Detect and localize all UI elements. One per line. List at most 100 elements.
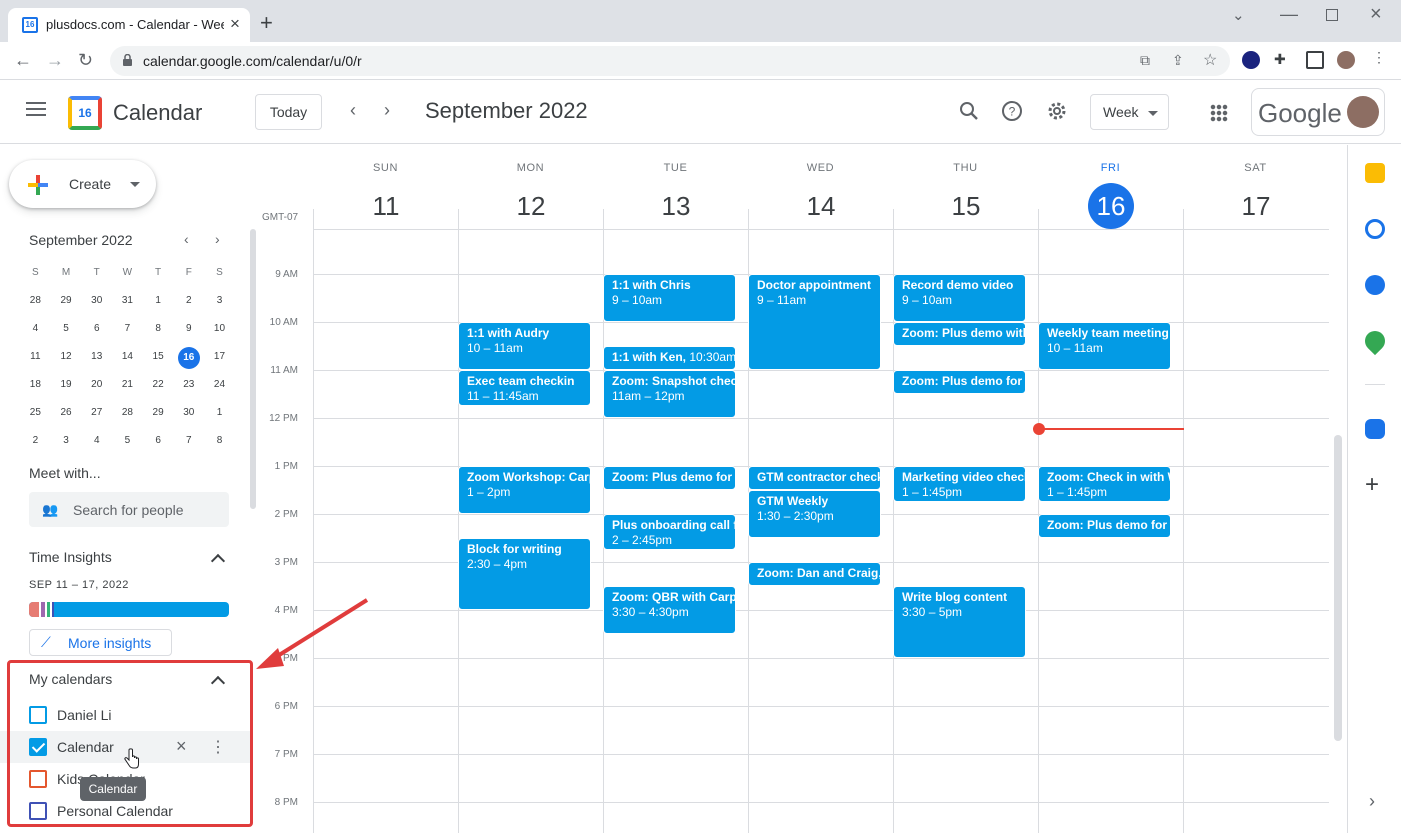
mini-day[interactable]: 28 <box>112 403 143 431</box>
day-number[interactable]: 12 <box>508 183 554 229</box>
bookmark-star-icon[interactable]: ☆ <box>1203 50 1217 70</box>
profile-avatar[interactable] <box>1337 51 1355 69</box>
mini-day[interactable]: 13 <box>81 347 112 375</box>
mini-day[interactable]: 26 <box>51 403 82 431</box>
event-card[interactable]: Zoom: Plus demo with <box>893 322 1026 346</box>
back-arrow-icon[interactable]: ← <box>14 50 32 71</box>
puzzle-extensions-icon[interactable]: ✚ <box>1274 51 1292 69</box>
sidebar-scrollbar[interactable] <box>250 229 256 509</box>
event-card[interactable]: 1:1 with Chris 9 – 10am <box>603 274 736 322</box>
mini-day[interactable]: 2 <box>173 291 204 319</box>
mini-day[interactable]: 17 <box>204 347 235 375</box>
day-header-thu[interactable]: THU 15 <box>893 145 1038 230</box>
minimize-button[interactable]: — <box>1280 4 1298 25</box>
mini-day[interactable]: 4 <box>81 431 112 459</box>
chevron-down-icon[interactable]: ⌄ <box>1232 6 1245 24</box>
event-card[interactable]: Exec team checkin 11 – 11:45am <box>458 370 591 406</box>
event-card[interactable]: Zoom: QBR with CarpC 3:30 – 4:30pm <box>603 586 736 634</box>
mini-day[interactable]: 29 <box>143 403 174 431</box>
tasks-icon[interactable] <box>1365 219 1385 239</box>
url-bar[interactable]: calendar.google.com/calendar/u/0/r ⧉ ⇪ ☆ <box>110 46 1230 76</box>
forward-arrow-icon[interactable]: → <box>46 50 64 71</box>
mini-day[interactable]: 9 <box>173 319 204 347</box>
day-number[interactable]: 16 <box>1088 183 1134 229</box>
share-icon[interactable]: ⇪ <box>1172 52 1184 69</box>
close-window-button[interactable]: × <box>1370 3 1382 26</box>
mini-day[interactable]: 30 <box>81 291 112 319</box>
mini-day[interactable]: 6 <box>143 431 174 459</box>
next-week-icon[interactable]: › <box>384 100 390 121</box>
mini-day[interactable]: 2 <box>20 431 51 459</box>
mini-day[interactable]: 24 <box>204 375 235 403</box>
open-in-new-icon[interactable]: ⧉ <box>1140 52 1150 69</box>
mini-day[interactable]: 11 <box>20 347 51 375</box>
event-card[interactable]: Zoom: Plus demo for A <box>603 466 736 490</box>
mini-day[interactable]: 1 <box>204 403 235 431</box>
collapse-chevron-up-icon[interactable] <box>210 553 226 569</box>
new-tab-button[interactable]: + <box>260 10 273 36</box>
mini-day[interactable]: 15 <box>143 347 174 375</box>
day-number[interactable]: 14 <box>798 183 844 229</box>
event-card[interactable]: Write blog content 3:30 – 5pm <box>893 586 1026 658</box>
reload-icon[interactable]: ↻ <box>78 50 93 71</box>
event-card[interactable]: Zoom Workshop: Carpool1 – 2pm <box>458 466 591 514</box>
contacts-icon[interactable] <box>1365 275 1385 295</box>
mini-day[interactable]: 8 <box>143 319 174 347</box>
mini-day[interactable]: 14 <box>112 347 143 375</box>
event-card[interactable]: Weekly team meeting 10 – 11am <box>1038 322 1171 370</box>
help-icon[interactable]: ? <box>1001 100 1023 122</box>
mini-day[interactable]: 5 <box>112 431 143 459</box>
event-card[interactable]: Zoom: Plus demo for B <box>1038 514 1171 538</box>
mini-next-month-icon[interactable]: › <box>215 231 220 247</box>
mini-day[interactable]: 12 <box>51 347 82 375</box>
extension-icon[interactable] <box>1242 51 1260 69</box>
keep-icon[interactable] <box>1365 163 1385 183</box>
browser-tab[interactable]: 16 plusdocs.com - Calendar - Week × <box>8 8 250 42</box>
event-card[interactable]: 1:1 with Audry 10 – 11am <box>458 322 591 370</box>
event-card[interactable]: Zoom: Check in with W1 – 1:45pm <box>1038 466 1171 502</box>
day-header-sun[interactable]: SUN 11 <box>313 145 458 230</box>
event-card[interactable]: Zoom: Snapshot check 11am – 12pm <box>603 370 736 418</box>
day-number[interactable]: 11 <box>363 183 409 229</box>
add-addon-icon[interactable]: + <box>1365 471 1379 499</box>
event-card[interactable]: Doctor appointment 9 – 11am <box>748 274 881 370</box>
mini-day[interactable]: 20 <box>81 375 112 403</box>
mini-day[interactable]: 25 <box>20 403 51 431</box>
mini-day[interactable]: 5 <box>51 319 82 347</box>
mini-day[interactable]: 28 <box>20 291 51 319</box>
event-card[interactable]: Marketing video check 1 – 1:45pm <box>893 466 1026 502</box>
day-number[interactable]: 15 <box>943 183 989 229</box>
day-header-fri-today[interactable]: FRI 16 <box>1038 145 1183 230</box>
mini-day[interactable]: 27 <box>81 403 112 431</box>
google-apps-grid-icon[interactable] <box>1210 104 1228 122</box>
search-people-input[interactable]: 👥 Search for people <box>29 492 229 527</box>
mini-day[interactable]: 23 <box>173 375 204 403</box>
event-card[interactable]: Block for writing 2:30 – 4pm <box>458 538 591 610</box>
previous-week-icon[interactable]: ‹ <box>350 100 356 121</box>
mini-day[interactable]: 16 <box>173 347 204 375</box>
day-number[interactable]: 17 <box>1233 183 1279 229</box>
mini-day[interactable]: 31 <box>112 291 143 319</box>
event-card[interactable]: GTM Weekly 1:30 – 2:30pm <box>748 490 881 538</box>
day-number[interactable]: 13 <box>653 183 699 229</box>
mini-day[interactable]: 7 <box>112 319 143 347</box>
mini-day[interactable]: 8 <box>204 431 235 459</box>
mini-day[interactable]: 10 <box>204 319 235 347</box>
event-card[interactable]: Zoom: Dan and Craig, 3 <box>748 562 881 586</box>
event-card[interactable]: Plus onboarding call fo 2 – 2:45pm <box>603 514 736 550</box>
mini-day[interactable]: 18 <box>20 375 51 403</box>
day-header-tue[interactable]: TUE 13 <box>603 145 748 230</box>
mini-day[interactable]: 7 <box>173 431 204 459</box>
view-selector[interactable]: Week <box>1090 94 1169 130</box>
day-header-sat[interactable]: SAT 17 <box>1183 145 1328 230</box>
expand-panel-icon[interactable]: › <box>1369 791 1375 812</box>
event-card[interactable]: Zoom: Plus demo for R <box>893 370 1026 394</box>
zoom-icon[interactable] <box>1365 419 1385 439</box>
browser-menu-icon[interactable]: ⋮ <box>1372 49 1390 67</box>
create-button[interactable]: Create <box>9 160 156 208</box>
event-card[interactable]: 1:1 with Ken, 10:30am <box>603 346 736 370</box>
event-card[interactable]: GTM contractor check- <box>748 466 881 490</box>
mini-day[interactable]: 19 <box>51 375 82 403</box>
event-card[interactable]: Record demo video 9 – 10am <box>893 274 1026 322</box>
mini-day[interactable]: 22 <box>143 375 174 403</box>
